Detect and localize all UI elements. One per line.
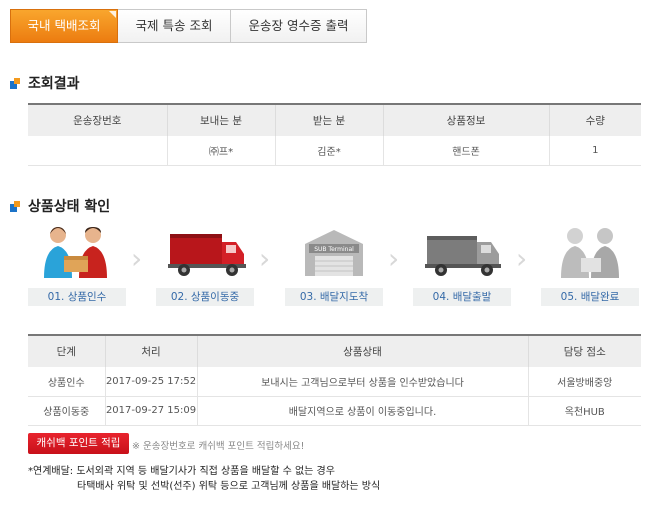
step-5-label: 05. 배달완료 [541, 288, 639, 306]
sub-terminal-icon: SUB Terminal [285, 224, 383, 280]
col-quantity: 수량 [548, 103, 641, 136]
step-3-label: 03. 배달지도착 [285, 288, 383, 306]
status-heading: 상품상태 확인 [10, 196, 110, 216]
step-5: 05. 배달완료 [541, 224, 639, 306]
tab-bar: 국내 택배조회 국제 특송 조회 운송장 영수증 출력 [10, 9, 367, 43]
step-1: 01. 상품인수 [28, 224, 126, 306]
col-processed: 처리 [104, 334, 197, 367]
table-row: 상품인수 2017-09-25 17:52 보내시는 고객님으로부터 상품을 인… [28, 367, 641, 397]
tab-receipt[interactable]: 운송장 영수증 출력 [231, 9, 367, 43]
handover-people-icon [28, 224, 126, 280]
result-header-row: 운송장번호 보내는 분 받는 분 상품정보 수량 [28, 103, 641, 136]
step-4-label: 04. 배달출발 [413, 288, 511, 306]
col-tracking-number: 운송장번호 [28, 103, 167, 136]
stage-cell: 상품인수 [28, 367, 105, 397]
col-receiver: 받는 분 [274, 103, 383, 136]
section-bullet-icon [10, 200, 21, 212]
col-product-status: 상품상태 [196, 334, 528, 367]
col-product-info: 상품정보 [382, 103, 549, 136]
chevron-right-icon: › [388, 242, 400, 275]
step-2-label: 02. 상품이동중 [156, 288, 254, 306]
processed-cell: 2017-09-27 15:09 [104, 396, 197, 426]
tracking-number-cell [28, 136, 167, 166]
delivered-people-icon [541, 224, 639, 280]
step-3: SUB Terminal 03. 배달지도착 [285, 224, 383, 306]
cashback-button[interactable]: 캐쉬백 포인트 적립 [28, 433, 129, 454]
tab-domestic[interactable]: 국내 택배조회 [10, 9, 118, 43]
terminal-sign: SUB Terminal [314, 246, 354, 253]
step-2: 02. 상품이동중 [156, 224, 254, 306]
step-4: 04. 배달출발 [413, 224, 511, 306]
delivery-steps: 01. 상품인수 › 02. 상품이동중 › SUB Terminal 03. … [28, 224, 641, 306]
result-heading: 조회결과 [10, 73, 80, 93]
result-title: 조회결과 [28, 76, 80, 92]
col-sender: 보내는 분 [166, 103, 275, 136]
gray-truck-icon [413, 224, 511, 280]
chevron-right-icon: › [516, 242, 528, 275]
step-1-label: 01. 상품인수 [28, 288, 126, 306]
product-cell: 핸드폰 [382, 136, 549, 166]
chevron-right-icon: › [131, 242, 143, 275]
col-branch: 담당 점소 [527, 334, 641, 367]
status-table: 단계 처리 상품상태 담당 점소 상품인수 2017-09-25 17:52 보… [28, 334, 641, 426]
cashback-hint: ※ 운송장번호로 캐쉬백 포인트 적립하세요! [132, 441, 305, 452]
status-cell: 배달지역으로 상품이 이동중입니다. [196, 396, 528, 426]
branch-cell: 서울방배중앙 [527, 367, 641, 397]
status-cell: 보내시는 고객님으로부터 상품을 인수받았습니다 [196, 367, 528, 397]
note-line-1: *연계배달: 도서외곽 지역 등 배달기사가 직접 상품을 배달할 수 없는 경… [28, 466, 335, 477]
result-row: ㈜프* 김준* 핸드폰 1 [28, 136, 641, 166]
status-title: 상품상태 확인 [28, 199, 111, 215]
receiver-cell: 김준* [274, 136, 383, 166]
processed-cell: 2017-09-25 17:52 [104, 367, 197, 397]
branch-cell: 옥천HUB [527, 396, 641, 426]
sender-cell: ㈜프* [166, 136, 275, 166]
quantity-cell: 1 [548, 136, 641, 166]
note-line-2: 타택배사 위탁 및 선박(선주) 위탁 등으로 고객님께 상품을 배달하는 방식 [77, 481, 381, 492]
section-bullet-icon [10, 77, 21, 89]
result-table: 운송장번호 보내는 분 받는 분 상품정보 수량 ㈜프* 김준* 핸드폰 1 [28, 103, 641, 166]
table-row: 상품이동중 2017-09-27 15:09 배달지역으로 상품이 이동중입니다… [28, 396, 641, 426]
chevron-right-icon: › [259, 242, 271, 275]
red-truck-icon [156, 224, 254, 280]
status-header-row: 단계 처리 상품상태 담당 점소 [28, 334, 641, 367]
tab-international[interactable]: 국제 특송 조회 [118, 9, 231, 43]
col-stage: 단계 [28, 334, 105, 367]
stage-cell: 상품이동중 [28, 396, 105, 426]
